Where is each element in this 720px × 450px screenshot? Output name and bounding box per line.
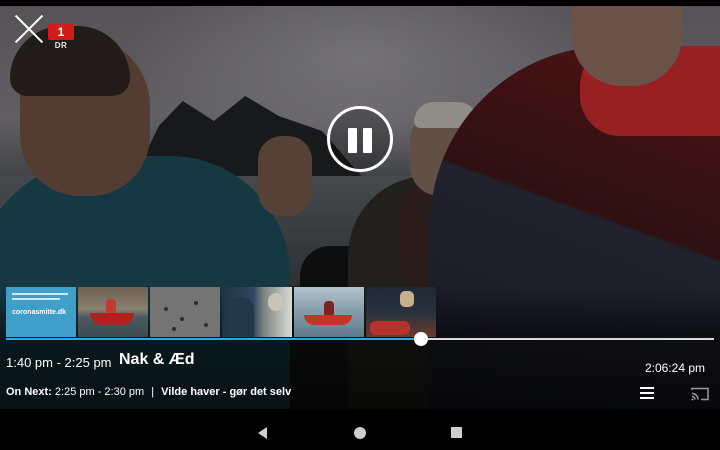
close-icon[interactable] <box>12 12 46 46</box>
channel-logo-name: DR <box>54 41 68 50</box>
back-icon[interactable] <box>258 427 267 439</box>
thumbnail-head <box>268 293 284 311</box>
thumbnail-caption: coronasmitte.dk <box>12 309 67 316</box>
thumbnail[interactable]: coronasmitte.dk <box>6 287 76 337</box>
thumbnail-dot <box>180 317 184 321</box>
system-nav-bar <box>0 409 720 450</box>
progress-bar[interactable] <box>6 332 714 346</box>
on-next-title: Vilde haver - gør det selv <box>161 386 292 398</box>
thumbnail[interactable] <box>222 287 292 337</box>
thumbnail-text-line <box>12 298 60 300</box>
on-next-label: On Next: <box>6 386 52 398</box>
thumbnail-text-line <box>12 293 68 295</box>
on-next: On Next: 2:25 pm - 2:30 pm | Vilde haver… <box>6 386 291 398</box>
thumbnail-glove <box>400 291 414 307</box>
thumbnail-dot <box>194 301 198 305</box>
current-time: 2:06:24 pm <box>644 361 705 375</box>
progress-scrubber[interactable] <box>413 332 428 346</box>
channel-logo-number: 1 <box>48 24 74 40</box>
thumbnail[interactable] <box>366 287 436 337</box>
pause-icon <box>348 128 357 153</box>
thumbnail-figure <box>228 297 254 337</box>
thumbnail[interactable] <box>294 287 364 337</box>
home-icon[interactable] <box>354 427 366 439</box>
menu-icon[interactable] <box>640 386 656 400</box>
thumbnail[interactable] <box>78 287 148 337</box>
thumbnail-dot <box>204 323 208 327</box>
thumbnail-dot <box>172 327 176 331</box>
recents-icon[interactable] <box>451 427 462 438</box>
thumbnail-boat <box>90 313 134 325</box>
progress-fill <box>6 338 421 340</box>
thumbnail-dot <box>164 307 168 311</box>
cast-icon[interactable] <box>691 387 709 401</box>
program-time-range: 1:40 pm - 2:25 pm <box>6 355 112 370</box>
thumbnail-boat <box>304 315 352 325</box>
video-frame[interactable] <box>0 6 720 409</box>
program-title: Nak & Æd <box>119 351 195 368</box>
on-next-time-range: 2:25 pm - 2:30 pm <box>54 386 145 398</box>
thumbnail-red-object <box>370 321 410 335</box>
on-next-separator: | <box>151 386 155 398</box>
pause-button[interactable] <box>327 106 393 172</box>
channel-logo: 1 DR <box>48 24 74 54</box>
thumbnail-strip: coronasmitte.dk <box>6 287 436 337</box>
thumbnail[interactable] <box>150 287 220 337</box>
pause-icon-bar <box>363 128 372 153</box>
